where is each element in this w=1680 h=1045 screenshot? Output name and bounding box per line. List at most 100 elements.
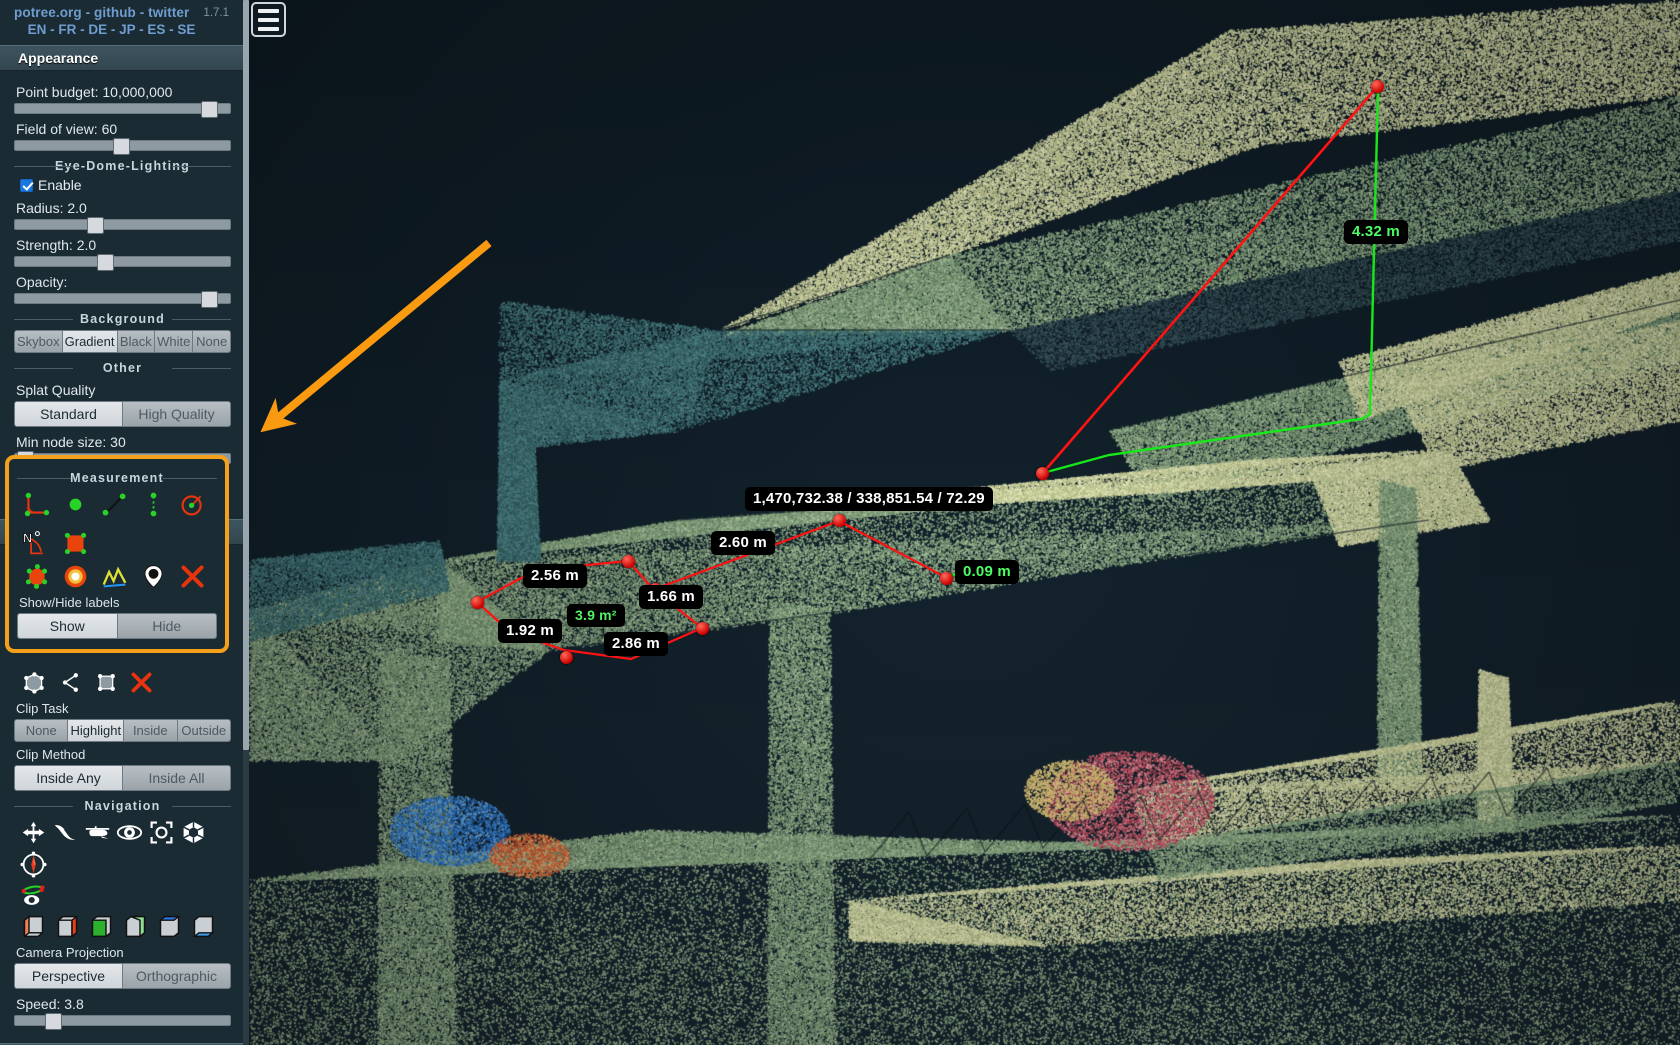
full-extent-icon[interactable] xyxy=(180,819,207,846)
clip-task-outside-button[interactable]: Outside xyxy=(177,719,231,742)
circle-measure-icon[interactable] xyxy=(179,491,206,518)
remove-measurement-icon[interactable] xyxy=(179,563,206,590)
edl-strength-slider[interactable] xyxy=(14,254,231,271)
navigation-icons[interactable] xyxy=(20,819,231,878)
background-black-button[interactable]: Black xyxy=(117,330,156,353)
measurement-panel[interactable]: Measurement N Show/Hide labels Show Hide xyxy=(5,455,229,653)
speed-slider[interactable] xyxy=(14,1013,231,1030)
azimuth-measure-icon[interactable]: N xyxy=(23,530,50,557)
sidebar-scrollbar-track[interactable] xyxy=(243,0,249,1045)
view-left-icon[interactable] xyxy=(20,913,47,940)
edl-enable-row[interactable]: Enable xyxy=(20,177,231,193)
splat-quality-high-quality-button[interactable]: High Quality xyxy=(123,401,231,427)
volume-box-icon[interactable] xyxy=(23,563,50,590)
clip-method-inside-all-button[interactable]: Inside All xyxy=(123,765,231,791)
point-budget-slider[interactable] xyxy=(14,101,231,118)
clip-task-none-button[interactable]: None xyxy=(14,719,69,742)
area-measure-icon[interactable] xyxy=(62,530,89,557)
clip-method-inside-any-button[interactable]: Inside Any xyxy=(14,765,123,791)
splat-quality-standard-button[interactable]: Standard xyxy=(14,401,123,427)
annotation-pin-icon[interactable] xyxy=(140,563,167,590)
clip-volume-icon[interactable] xyxy=(20,669,47,696)
slider-knob[interactable] xyxy=(201,291,218,308)
camera-projection-label: Camera Projection xyxy=(16,945,124,960)
measure-node[interactable] xyxy=(622,555,635,568)
remove-clip-icon[interactable] xyxy=(128,669,155,696)
hamburger-menu-icon[interactable] xyxy=(251,2,286,37)
view-back-icon[interactable] xyxy=(122,913,149,940)
angle-measure-icon[interactable] xyxy=(23,491,50,518)
edl-enable-checkbox[interactable] xyxy=(20,178,33,192)
camera-projection-perspective-button[interactable]: Perspective xyxy=(14,963,123,989)
measurement-icons-row-1[interactable]: N xyxy=(23,491,217,557)
navigation-cube-icons[interactable] xyxy=(20,882,231,909)
field-of-view-label: Field of view: 60 xyxy=(16,121,118,137)
orbit-controls-icon[interactable] xyxy=(116,819,143,846)
edl-radius-slider[interactable] xyxy=(14,217,231,234)
measure-node[interactable] xyxy=(560,651,573,664)
measurement-label-height: 4.32 m xyxy=(1344,220,1408,245)
edl-opacity-slider[interactable] xyxy=(14,291,231,308)
view-cube-icons[interactable] xyxy=(20,913,231,940)
slider-knob[interactable] xyxy=(87,217,104,234)
sidebar-scrollbar-thumb[interactable] xyxy=(243,0,249,750)
measurement-icons-row-2[interactable] xyxy=(23,563,217,590)
slider-knob[interactable] xyxy=(45,1013,62,1030)
navigation-cube-icon[interactable] xyxy=(20,882,47,909)
show-labels-button[interactable]: Show xyxy=(17,613,118,639)
background-none-button[interactable]: None xyxy=(193,330,231,353)
fly-controls-icon[interactable] xyxy=(52,819,79,846)
background-gradient-button[interactable]: Gradient xyxy=(62,330,118,353)
distance-measure-icon[interactable] xyxy=(101,491,128,518)
camera-projection-buttons[interactable]: Perspective Orthographic xyxy=(14,963,231,989)
brand-links[interactable]: potree.org - github - twitter xyxy=(14,5,233,20)
field-of-view-slider[interactable] xyxy=(14,138,231,155)
language-links[interactable]: EN - FR - DE - JP - ES - SE xyxy=(14,22,233,37)
measure-node[interactable] xyxy=(940,572,953,585)
measure-node[interactable] xyxy=(1036,467,1049,480)
hide-labels-button[interactable]: Hide xyxy=(117,613,217,639)
earth-controls-icon[interactable] xyxy=(20,819,47,846)
slider-knob[interactable] xyxy=(113,138,130,155)
show-hide-buttons[interactable]: Show Hide xyxy=(17,613,217,639)
clip-task-inside-button[interactable]: Inside xyxy=(124,719,178,742)
focus-controls-icon[interactable] xyxy=(148,819,175,846)
camera-projection-orthographic-button[interactable]: Orthographic xyxy=(123,963,231,989)
slider-knob[interactable] xyxy=(201,101,218,118)
sidebar-header: potree.org - github - twitter 1.7.1 EN -… xyxy=(0,0,243,39)
view-front-icon[interactable] xyxy=(88,913,115,940)
section-appearance-header[interactable]: Appearance xyxy=(0,45,243,71)
slider-knob[interactable] xyxy=(97,254,114,271)
background-buttons[interactable]: Skybox Gradient Black White None xyxy=(14,330,231,353)
background-skybox-button[interactable]: Skybox xyxy=(14,330,63,353)
measure-node[interactable] xyxy=(1371,80,1384,93)
helicopter-controls-icon[interactable] xyxy=(84,819,111,846)
view-top-icon[interactable] xyxy=(156,913,183,940)
profile-icon[interactable] xyxy=(101,563,128,590)
sidebar[interactable]: potree.org - github - twitter 1.7.1 EN -… xyxy=(0,0,249,1045)
splat-quality-buttons[interactable]: Standard High Quality xyxy=(14,401,231,427)
measurement-label-coordinates: 1,470,732.38 / 338,851.54 / 72.29 xyxy=(745,487,993,512)
view-right-icon[interactable] xyxy=(54,913,81,940)
clip-screen-box-icon[interactable] xyxy=(92,669,119,696)
edl-enable-label: Enable xyxy=(38,177,82,193)
measure-node[interactable] xyxy=(471,596,484,609)
background-white-button[interactable]: White xyxy=(155,330,194,353)
clip-tool-icons[interactable] xyxy=(20,669,231,696)
point-cloud-canvas[interactable] xyxy=(249,0,1680,1045)
measure-node[interactable] xyxy=(696,622,709,635)
measurement-title: Measurement xyxy=(17,471,217,485)
height-measure-icon[interactable] xyxy=(140,491,167,518)
clip-method-buttons[interactable]: Inside Any Inside All xyxy=(14,765,231,791)
clip-task-highlight-button[interactable]: Highlight xyxy=(68,719,125,742)
clip-task-buttons[interactable]: None Highlight Inside Outside xyxy=(14,719,231,742)
hamburger-bar xyxy=(258,26,279,31)
compass-icon[interactable] xyxy=(20,851,47,878)
volume-sphere-icon[interactable] xyxy=(62,563,89,590)
clip-polygon-icon[interactable] xyxy=(56,669,83,696)
measurement-label-area: 3.9 m² xyxy=(567,604,625,628)
measure-node[interactable] xyxy=(833,514,846,527)
point-measure-icon[interactable] xyxy=(62,491,89,518)
point-cloud-viewport[interactable]: 1,470,732.38 / 338,851.54 / 72.29 2.60 m… xyxy=(249,0,1680,1045)
view-bottom-icon[interactable] xyxy=(190,913,217,940)
